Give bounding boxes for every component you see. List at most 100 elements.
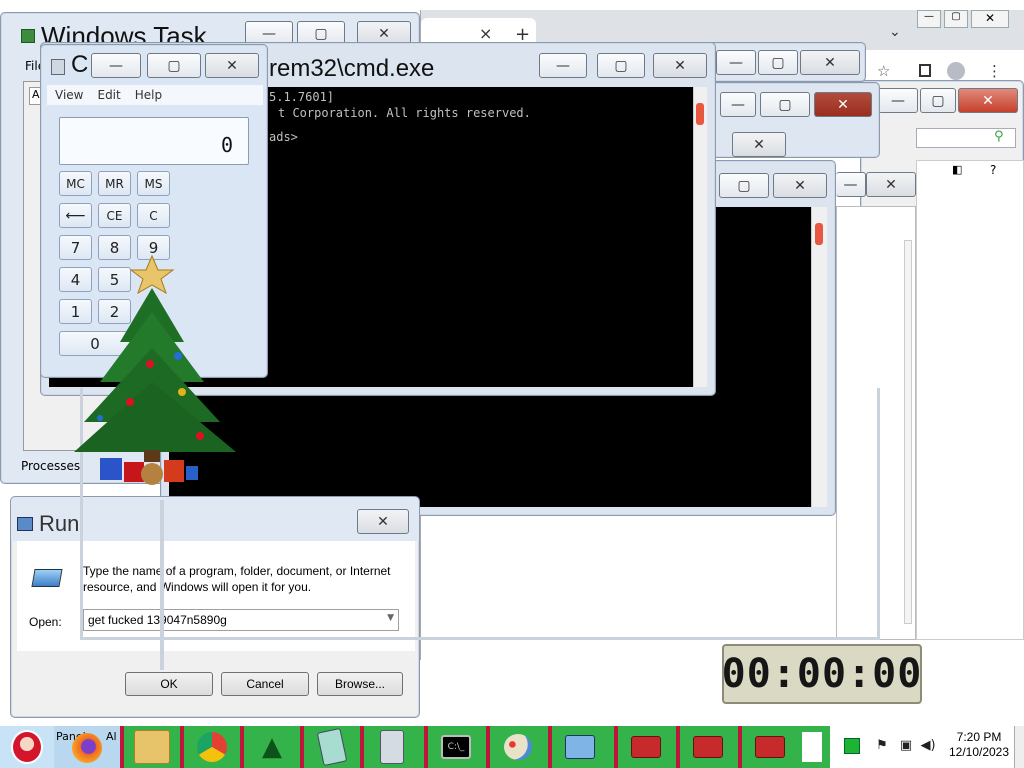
minimize-icon[interactable]: — [539, 53, 587, 78]
tree-star-icon [129, 254, 175, 295]
cmd-title: rem32\cmd.exe [269, 55, 435, 82]
bookmark-star-icon[interactable]: ☆ [877, 62, 890, 80]
explorer-window-controls: — ▢ ✕ [876, 88, 1024, 118]
close-icon[interactable]: ✕ [866, 172, 916, 197]
taskbar-paint[interactable] [486, 726, 546, 768]
calculator-icon [380, 730, 404, 764]
maximize-icon[interactable]: ▢ [760, 92, 810, 117]
maximize-icon[interactable]: ▢ [147, 53, 201, 78]
taskbar-tree[interactable]: ▲ [240, 726, 300, 768]
explorer-content [916, 160, 1024, 640]
close-icon[interactable]: ✕ [800, 50, 860, 75]
taskbar-explorer[interactable] [120, 726, 180, 768]
network-icon[interactable]: ▣ [898, 738, 914, 754]
browse-button[interactable]: Browse... [317, 672, 403, 696]
christmas-tree-image [74, 254, 236, 485]
maximize-icon[interactable]: ▢ [758, 50, 798, 75]
taskbar-blank-item[interactable] [802, 732, 822, 762]
menu-edit[interactable]: Edit [97, 88, 120, 102]
right-panel-scrollbar[interactable] [904, 240, 912, 624]
calculator-title: C [71, 51, 89, 78]
close-icon[interactable]: ✕ [653, 53, 707, 78]
maximize-icon[interactable]: ▢ [719, 173, 769, 198]
close-icon[interactable]: ✕ [814, 92, 872, 117]
tray-clock[interactable]: 7:20 PM 12/10/2023 [944, 730, 1014, 760]
chrome-icon [197, 732, 227, 762]
taskbar-toolbox-3[interactable] [738, 726, 798, 768]
search-icon: ⚲ [994, 129, 1004, 144]
close-icon[interactable]: ✕ [773, 173, 827, 198]
scroll-thumb[interactable] [815, 223, 823, 245]
run-title: Run [39, 511, 80, 536]
sidebar-toggle-icon[interactable] [919, 64, 931, 77]
green-tray-icon[interactable] [844, 738, 860, 754]
calc-menubar: View Edit Help [47, 85, 263, 105]
mr-button[interactable]: MR [98, 171, 131, 196]
profile-avatar-icon[interactable] [947, 62, 965, 80]
help-icon[interactable]: ? [990, 163, 996, 177]
minimize-icon[interactable]: — [878, 88, 918, 113]
paint-icon [504, 734, 532, 760]
taskbar-chrome[interactable] [180, 726, 240, 768]
dialog-a-controls: — ▢ ✕ [716, 50, 866, 80]
mc-button[interactable]: MC [59, 171, 92, 196]
overlay-window-frame-left [160, 500, 164, 670]
minimize-icon[interactable]: — [836, 172, 866, 197]
ms-button[interactable]: MS [137, 171, 170, 196]
minimize-icon[interactable]: — [720, 92, 756, 117]
al-label: Al [106, 730, 117, 743]
volume-icon[interactable]: ◀) [920, 738, 936, 754]
close-icon[interactable]: ✕ [958, 88, 1018, 113]
minimize-icon[interactable]: — [91, 53, 141, 78]
folder-icon [134, 730, 170, 764]
flag-icon[interactable]: ⚑ [874, 738, 890, 754]
task-manager-icon [21, 29, 35, 43]
taskbar-calculator[interactable] [360, 726, 420, 768]
open-label: Open: [29, 615, 62, 629]
scroll-thumb[interactable] [696, 103, 704, 125]
toolbox-icon [631, 736, 661, 758]
tray-time: 7:20 PM [956, 730, 1002, 744]
menu-view[interactable]: View [55, 88, 83, 102]
layout-icon[interactable]: ◧ [952, 163, 962, 176]
countdown-widget[interactable]: 00:00:00 [722, 644, 922, 704]
control-panel-icon [565, 735, 595, 759]
tray-date: 12/10/2023 [948, 745, 1010, 759]
tree-icon: ▲ [262, 732, 282, 762]
cmd-icon: C:\_ [441, 735, 471, 759]
show-desktop-button[interactable] [1014, 726, 1024, 768]
browser-window-controls: — ▢ ✕ [917, 10, 1024, 30]
tab-list-icon[interactable]: ⌄ [889, 24, 901, 40]
maximize-icon[interactable]: ▢ [920, 88, 956, 113]
clear-button[interactable]: C [137, 203, 170, 228]
maximize-icon[interactable]: ▢ [944, 10, 968, 28]
ok-button[interactable]: OK [125, 672, 213, 696]
close-icon[interactable]: ✕ [971, 10, 1009, 28]
console-line: 5.1.7601] [269, 90, 335, 104]
backspace-button[interactable]: ⟵ [59, 203, 92, 228]
dialog-b-controls: — ▢ ✕ [720, 92, 880, 122]
cancel-button[interactable]: Cancel [221, 672, 309, 696]
console-scrollbar[interactable] [693, 87, 707, 387]
taskbar-control-panel[interactable] [548, 726, 608, 768]
console-prompt: ads> [269, 130, 298, 144]
minimize-icon[interactable]: — [917, 10, 941, 28]
tab-close-icon[interactable]: × [479, 24, 492, 43]
toolbox-icon [693, 736, 723, 758]
countdown-time: 00:00:00 [721, 651, 923, 697]
start-button[interactable] [0, 726, 54, 768]
menu-kebab-icon[interactable]: ⋮ [987, 62, 1002, 80]
maximize-icon[interactable]: ▢ [597, 53, 645, 78]
taskbar-toolbox-1[interactable] [614, 726, 674, 768]
close-icon[interactable]: ✕ [205, 53, 259, 78]
taskbar-toolbox-2[interactable] [676, 726, 736, 768]
close-icon[interactable]: ✕ [732, 132, 786, 157]
menu-help[interactable]: Help [135, 88, 162, 102]
notepad-icon [316, 727, 348, 767]
ce-button[interactable]: CE [98, 203, 131, 228]
minimize-icon[interactable]: — [716, 50, 756, 75]
firefox-icon[interactable] [72, 733, 102, 763]
run-icon [17, 517, 33, 531]
taskbar-cmd[interactable]: C:\_ [424, 726, 484, 768]
taskbar-notepad[interactable] [300, 726, 360, 768]
